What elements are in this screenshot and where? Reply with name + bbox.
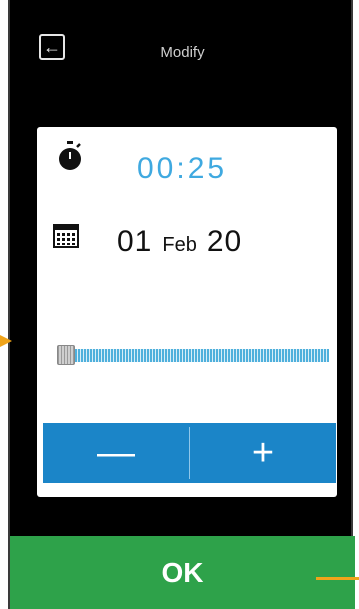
date-month: Feb — [162, 234, 197, 256]
date-year: 20 — [206, 225, 243, 258]
increment-button[interactable]: + — [190, 423, 336, 483]
ok-button[interactable]: OK — [10, 536, 355, 609]
calendar-icon — [53, 224, 79, 248]
device-screen: ← Modify 00:25 01 Feb 20 — + OK — [8, 0, 355, 609]
annotation-arrow-icon — [0, 335, 12, 347]
date-day: 01 — [117, 225, 153, 258]
slider-handle[interactable] — [57, 345, 75, 365]
slider-track[interactable] — [75, 349, 329, 362]
date-display[interactable]: 01 Feb 20 — [117, 225, 242, 259]
timer-value[interactable]: 00:25 — [137, 152, 227, 186]
settings-card: 00:25 01 Feb 20 — + — [37, 127, 337, 497]
value-stepper: — + — [43, 423, 336, 483]
decrement-button[interactable]: — — [43, 423, 189, 483]
annotation-line — [316, 577, 359, 580]
time-slider[interactable] — [57, 345, 337, 365]
stopwatch-icon — [59, 141, 81, 170]
page-title: Modify — [160, 44, 205, 61]
